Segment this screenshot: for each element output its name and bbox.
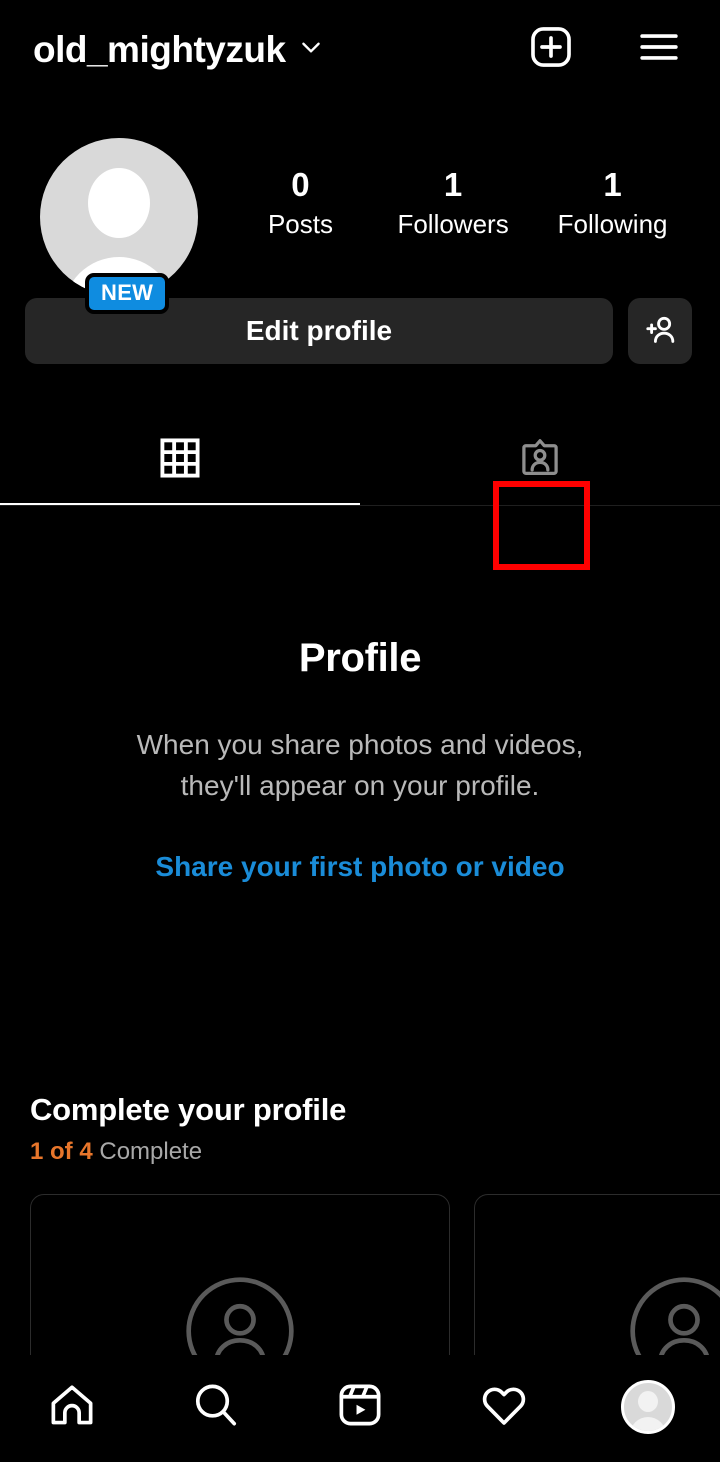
stat-posts[interactable]: 0 Posts bbox=[252, 166, 348, 240]
tab-grid[interactable] bbox=[0, 414, 360, 506]
complete-profile-progress: 1 of 4 Complete bbox=[30, 1138, 690, 1166]
empty-state-title: Profile bbox=[298, 636, 422, 680]
complete-progress-count: 1 of 4 bbox=[30, 1138, 93, 1165]
nav-avatar-body bbox=[630, 1417, 666, 1431]
empty-state-description-line2: they'll appear on your profile. bbox=[180, 769, 540, 801]
bottom-navigation bbox=[0, 1355, 720, 1462]
nav-activity[interactable] bbox=[432, 1371, 576, 1443]
posts-count: 0 bbox=[291, 166, 310, 203]
home-icon bbox=[46, 1379, 98, 1436]
posts-label: Posts bbox=[267, 208, 333, 239]
page-title: old_mightyzuk bbox=[33, 28, 286, 70]
tagged-profile-card-icon bbox=[517, 435, 563, 486]
profile-summary: NEW 0 Posts 1 Followers 1 Following bbox=[0, 98, 720, 314]
add-person-icon bbox=[641, 311, 679, 352]
new-badge: NEW bbox=[85, 273, 170, 314]
following-label: Following bbox=[557, 208, 668, 239]
nav-avatar-head bbox=[638, 1391, 658, 1412]
heart-icon bbox=[478, 1379, 530, 1436]
empty-state-description: When you share photos and videos, they'l… bbox=[0, 725, 720, 806]
hamburger-menu-icon[interactable] bbox=[636, 24, 682, 75]
followers-count: 1 bbox=[443, 166, 463, 203]
complete-profile-section: Complete your profile 1 of 4 Complete bbox=[0, 1092, 720, 1166]
stat-followers[interactable]: 1 Followers bbox=[397, 166, 508, 240]
username-dropdown[interactable]: old_mightyzuk bbox=[33, 31, 324, 68]
profile-stats: 0 Posts 1 Followers 1 Following bbox=[198, 138, 692, 240]
nav-reels[interactable] bbox=[288, 1371, 432, 1443]
profile-avatar-icon bbox=[621, 1380, 675, 1434]
share-first-photo-link[interactable]: Share your first photo or video bbox=[155, 851, 564, 883]
profile-tabs bbox=[0, 414, 720, 506]
grid-icon bbox=[158, 436, 202, 485]
followers-label: Followers bbox=[397, 208, 509, 239]
add-person-button[interactable] bbox=[628, 298, 692, 364]
nav-home[interactable] bbox=[0, 1371, 144, 1443]
avatar-head bbox=[88, 168, 150, 238]
header-actions bbox=[528, 24, 682, 75]
avatar-block[interactable]: NEW bbox=[40, 138, 198, 314]
empty-state: Profile When you share photos and videos… bbox=[0, 506, 720, 883]
search-icon bbox=[190, 1379, 242, 1436]
app-header: old_mightyzuk bbox=[0, 0, 720, 98]
nav-profile[interactable] bbox=[576, 1371, 720, 1443]
tab-divider bbox=[0, 505, 720, 506]
chevron-down-icon[interactable] bbox=[298, 34, 324, 65]
reels-icon bbox=[334, 1379, 386, 1436]
following-count: 1 bbox=[603, 166, 622, 203]
complete-progress-word: Complete bbox=[99, 1138, 203, 1165]
new-post-plus-icon[interactable] bbox=[528, 24, 574, 75]
complete-profile-title: Complete your profile bbox=[30, 1092, 347, 1127]
nav-search[interactable] bbox=[144, 1371, 288, 1443]
empty-state-description-line1: When you share photos and videos, bbox=[136, 729, 584, 760]
tab-tagged[interactable] bbox=[360, 414, 720, 506]
stat-following[interactable]: 1 Following bbox=[558, 166, 668, 240]
